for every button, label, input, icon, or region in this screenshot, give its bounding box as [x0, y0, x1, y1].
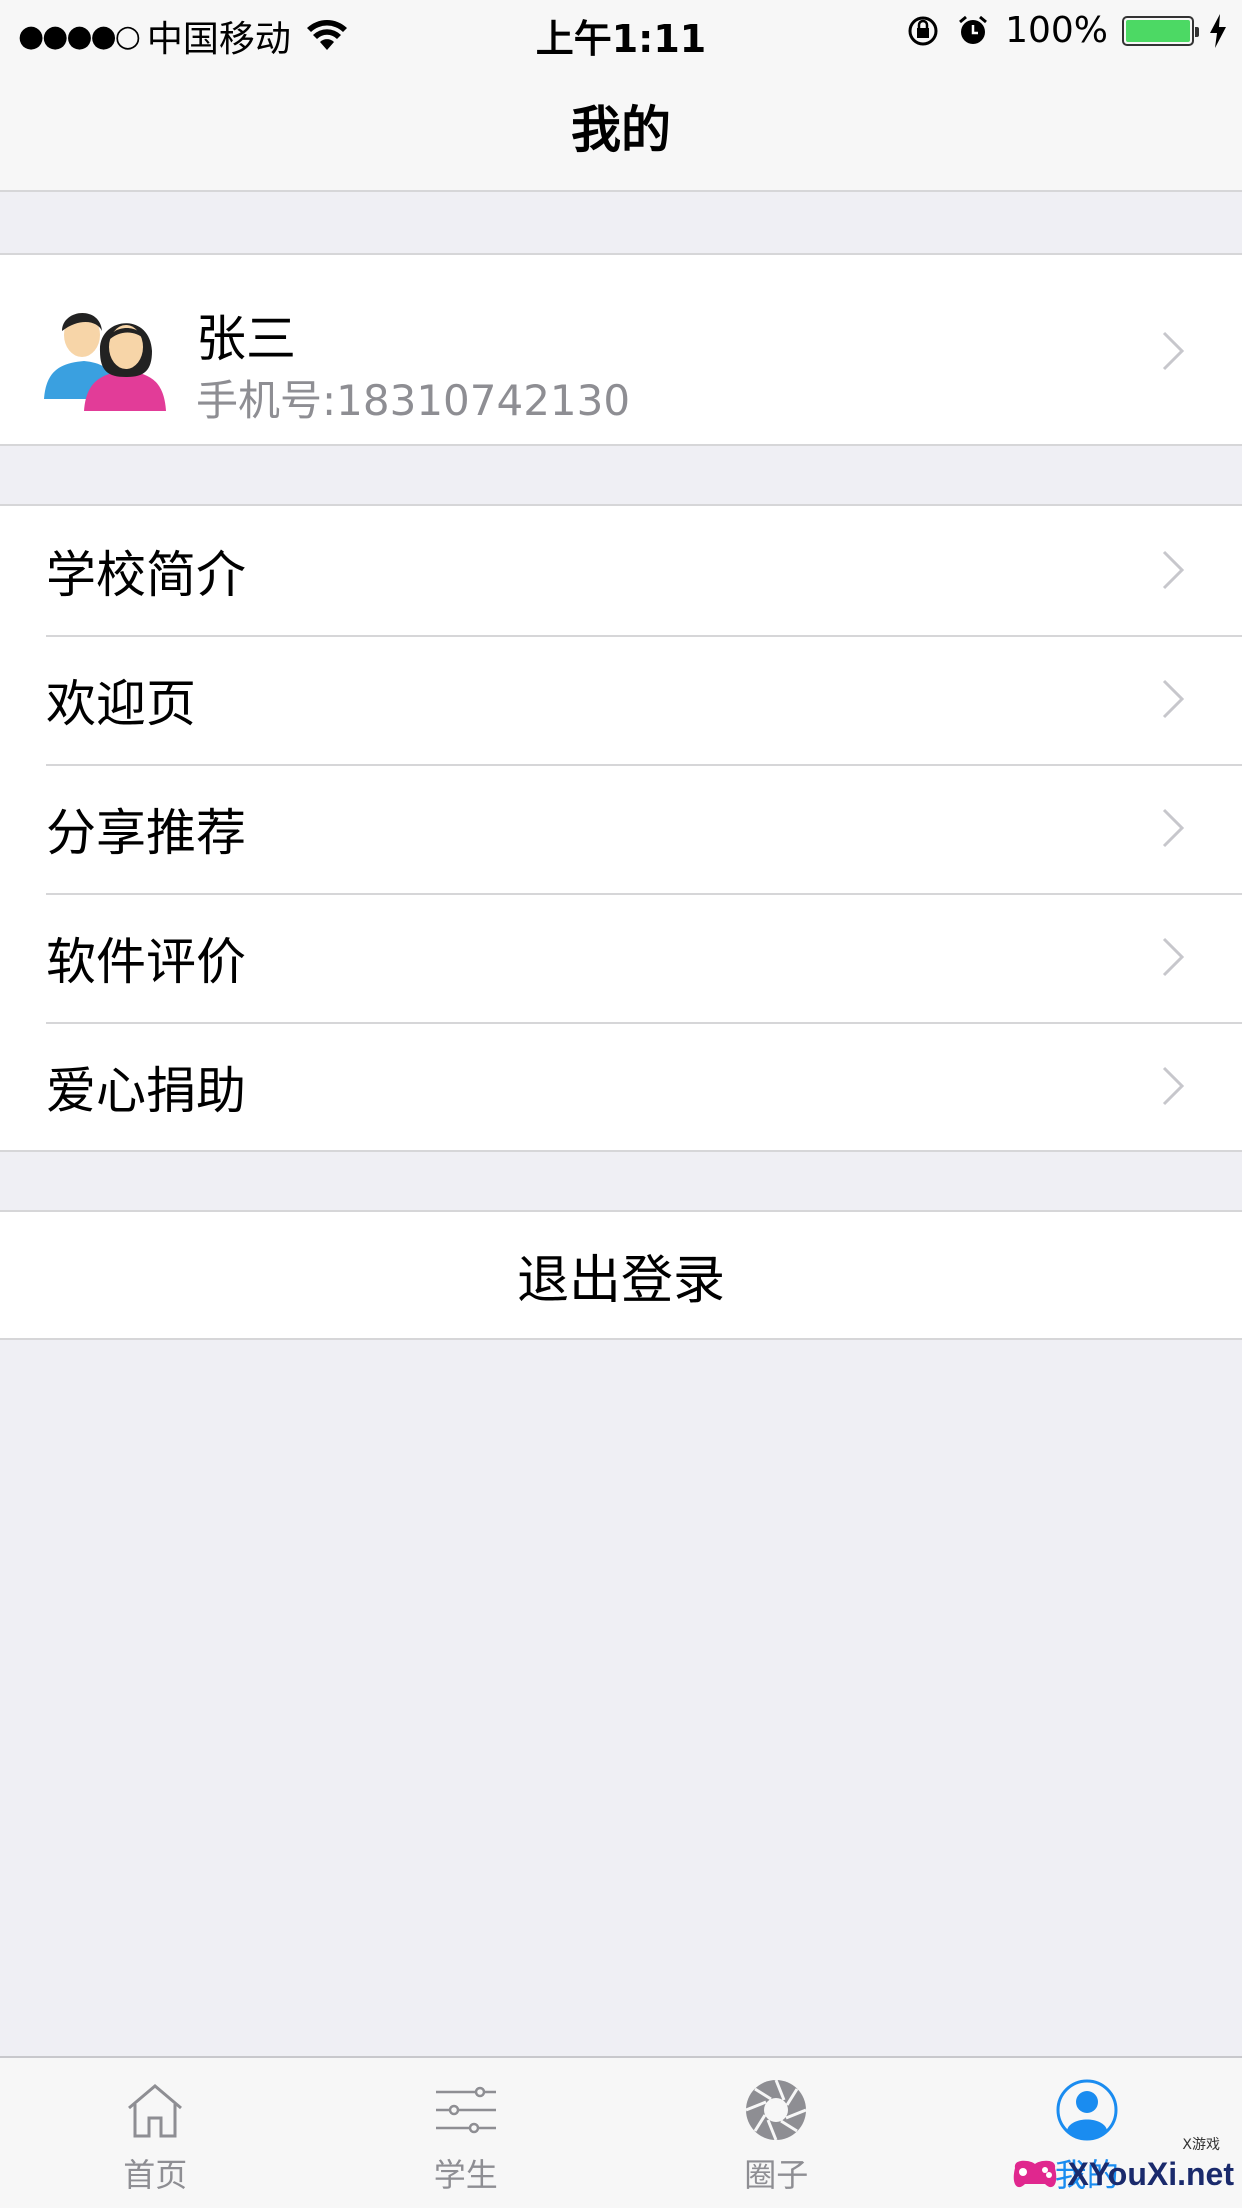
navigation-bar: 我的 [0, 62, 1242, 192]
watermark-small-text: X游戏 [1182, 2137, 1220, 2153]
aperture-icon [745, 2079, 807, 2141]
status-bar: ●●●●○ 中国移动 上午1:11 100% [0, 0, 1242, 62]
tab-label: 圈子 [744, 2156, 809, 2194]
menu-item-label: 爱心捐助 [46, 1061, 246, 1120]
profile-phone: 手机号:18310742130 [196, 376, 631, 425]
menu-item-label: 软件评价 [46, 932, 246, 991]
user-icon [1056, 2079, 1118, 2141]
menu-item-school-intro[interactable]: 学校简介 [0, 506, 1242, 635]
battery-icon [1122, 15, 1199, 46]
tab-bar: 首页 学生 圈子 我的 X游戏 XYouXi.net [0, 2056, 1242, 2208]
rotation-lock-icon [908, 16, 938, 45]
watermark-text: XYouXi.net [1067, 2155, 1234, 2192]
chevron-right-icon [1162, 550, 1184, 590]
tab-circle[interactable]: 圈子 [621, 2058, 932, 2208]
chevron-right-icon [1162, 1066, 1184, 1106]
profile-card[interactable]: 张三 手机号:18310742130 [0, 253, 1242, 446]
tab-label: 首页 [123, 2156, 188, 2194]
avatar-icon [44, 312, 166, 411]
alarm-icon [959, 15, 988, 44]
chevron-right-icon [1162, 679, 1184, 719]
tab-label: 学生 [433, 2156, 498, 2194]
settings-menu: 学校简介 欢迎页 分享推荐 软件评价 爱心捐助 [0, 504, 1242, 1152]
menu-item-label: 学校简介 [46, 545, 246, 604]
home-icon [128, 2084, 183, 2138]
logout-label: 退出登录 [516, 1250, 725, 1311]
gamepad-logo-icon [1014, 2160, 1057, 2188]
page-title: 我的 [571, 101, 671, 159]
profile-name: 张三 [196, 310, 296, 368]
battery-percent: 100% [1005, 10, 1108, 51]
menu-item-donate[interactable]: 爱心捐助 [0, 1022, 1242, 1151]
chevron-right-icon [1162, 937, 1184, 977]
logout-button[interactable]: 退出登录 [0, 1210, 1242, 1340]
watermark: X游戏 XYouXi.net [1009, 2137, 1234, 2194]
chevron-right-icon [1162, 808, 1184, 848]
charging-bolt-icon [1210, 13, 1226, 48]
sliders-icon [435, 2086, 496, 2134]
tab-home[interactable]: 首页 [0, 2058, 311, 2208]
menu-item-label: 欢迎页 [46, 674, 196, 733]
chevron-right-icon [1162, 331, 1184, 371]
battery-fill [1126, 19, 1190, 42]
tab-students[interactable]: 学生 [311, 2058, 622, 2208]
menu-item-share[interactable]: 分享推荐 [0, 764, 1242, 893]
menu-item-welcome-page[interactable]: 欢迎页 [0, 635, 1242, 764]
status-right: 100% [905, 10, 1228, 51]
menu-item-rate-app[interactable]: 软件评价 [0, 893, 1242, 1022]
menu-item-label: 分享推荐 [46, 803, 246, 862]
